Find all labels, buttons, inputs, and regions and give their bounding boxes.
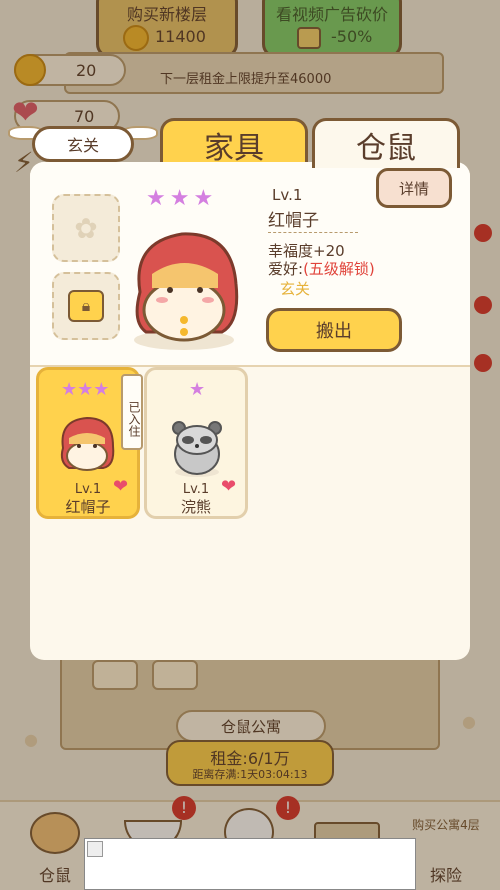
hobby-row: 爱好:(五级解锁) [268, 258, 375, 279]
details-button-label: 详情 [398, 179, 429, 198]
ad-banner[interactable] [84, 838, 416, 890]
hobby-label: 爱好: [268, 260, 304, 278]
star-icon: ★ [169, 186, 190, 211]
room-tag: 玄关 [8, 122, 158, 166]
card-level: Lv.1 [74, 482, 102, 497]
move-out-button-label: 搬出 [316, 321, 352, 342]
card-name: 浣熊 [180, 498, 211, 516]
card-stars: ★ [189, 380, 205, 399]
hamster-detail: ✿ 🔒︎ ★ ★ ★ Lv.1 红帽子 幸福度+20 爱好:(五级解锁) 玄关 … [30, 162, 470, 367]
moved-in-badge: 已入住 [121, 374, 143, 450]
card-stars: ★★★ [61, 380, 109, 399]
card-level: Lv.1 [182, 482, 210, 497]
paw-icon: ✿ [74, 211, 98, 245]
hamster-location: 玄关 [280, 280, 311, 298]
move-out-button[interactable]: 搬出 [266, 308, 402, 352]
locked-slot[interactable]: 🔒︎ [52, 272, 120, 340]
hamster-card-raccoon[interactable]: ★ ❤ Lv.1 浣熊 [144, 367, 248, 519]
rarity-stars: ★ ★ ★ [146, 188, 226, 210]
card-name: 红帽子 [65, 498, 111, 516]
star-icon: ★ [77, 379, 94, 400]
hamster-level: Lv.1 [272, 186, 303, 204]
empty-slot[interactable]: ✿ [52, 194, 120, 262]
red-hood-hamster-icon [60, 416, 115, 471]
room-tag-text: 玄关 [66, 136, 99, 155]
tab-label: 仓鼠 [356, 130, 416, 166]
star-icon: ★ [193, 186, 214, 211]
tab-label: 家具 [204, 130, 264, 166]
star-icon: ★ [61, 379, 78, 400]
tab-hamster[interactable]: 仓鼠 [312, 118, 460, 168]
star-icon: ★ [189, 379, 206, 400]
room-tag-label: 玄关 [32, 126, 134, 162]
star-icon: ★ [93, 379, 110, 400]
hamster-name: 红帽子 [268, 211, 319, 231]
moved-in-badge-label: 已入住 [127, 401, 141, 437]
hamster-card-red-hood[interactable]: ★★★ 已入住 ❤ Lv.1 红帽子 [36, 367, 143, 519]
lock-icon: 🔒︎ [68, 290, 104, 322]
broken-image-icon [87, 841, 103, 857]
name-divider [268, 232, 358, 233]
red-hood-hamster-portrait [134, 232, 239, 350]
details-button[interactable]: 详情 [376, 168, 452, 208]
hobby-value: (五级解锁) [303, 260, 375, 278]
tab-furniture[interactable]: 家具 [160, 118, 308, 168]
star-icon: ★ [146, 186, 166, 211]
raccoon-icon [172, 421, 222, 477]
